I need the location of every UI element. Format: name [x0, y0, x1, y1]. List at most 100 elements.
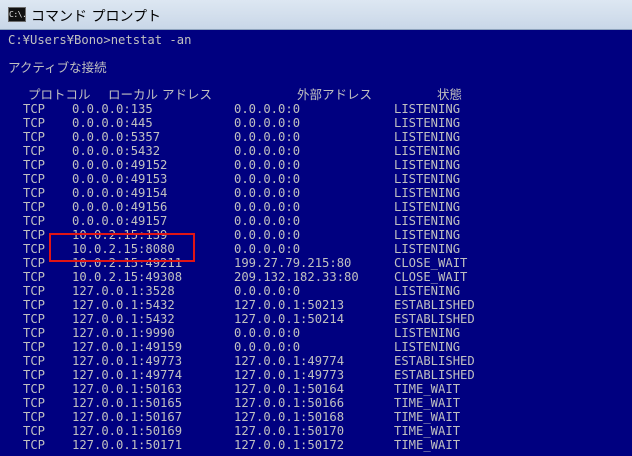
row-protocol: TCP	[23, 382, 46, 396]
row-local-address: 127.0.0.1:50163	[72, 382, 183, 396]
row-state: LISTENING	[394, 284, 461, 298]
row-local-address: 0.0.0.0:5357	[72, 130, 161, 144]
cmd-icon: C:\.	[8, 7, 27, 22]
row-foreign-address: 127.0.0.1:49773	[234, 368, 345, 382]
row-foreign-address: 0.0.0.0:0	[234, 228, 301, 242]
row-foreign-address: 127.0.0.1:50172	[234, 438, 345, 452]
table-row: TCP 10.0.2.15:49211 199.27.79.215:80 CLOSE_…	[0, 256, 632, 270]
row-protocol: TCP	[23, 242, 46, 256]
row-local-address: 0.0.0.0:49157	[72, 214, 168, 228]
row-state: TIME_WAIT	[394, 438, 461, 452]
table-row: TCP 0.0.0.0:445 0.0.0.0:0 LISTENING	[0, 116, 632, 130]
row-local-address: 127.0.0.1:3528	[72, 284, 175, 298]
row-local-address: 127.0.0.1:9990	[72, 326, 175, 340]
window-titlebar[interactable]: C:\. コマンド プロンプト	[0, 0, 632, 30]
row-state: LISTENING	[394, 242, 461, 256]
row-foreign-address: 209.132.182.33:80	[234, 270, 359, 284]
row-local-address: 0.0.0.0:5432	[72, 144, 161, 158]
table-row: TCP 0.0.0.0:5432 0.0.0.0:0 LISTENING	[0, 144, 632, 158]
row-local-address: 0.0.0.0:49154	[72, 186, 168, 200]
row-local-address: 127.0.0.1:50167	[72, 410, 183, 424]
row-state: LISTENING	[394, 200, 461, 214]
row-foreign-address: 0.0.0.0:0	[234, 130, 301, 144]
row-protocol: TCP	[23, 144, 46, 158]
table-row: TCP 127.0.0.1:5432 127.0.0.1:50213 ESTABLIS…	[0, 298, 632, 312]
table-row: TCP 127.0.0.1:50169 127.0.0.1:50170 TIME_WA…	[0, 424, 632, 438]
header-protocol: プロトコル	[28, 87, 91, 102]
row-foreign-address: 0.0.0.0:0	[234, 144, 301, 158]
table-row: TCP 0.0.0.0:5357 0.0.0.0:0 LISTENING	[0, 130, 632, 144]
row-foreign-address: 0.0.0.0:0	[234, 102, 301, 116]
row-protocol: TCP	[23, 340, 46, 354]
row-state: LISTENING	[394, 340, 461, 354]
row-state: TIME_WAIT	[394, 424, 461, 438]
row-local-address: 127.0.0.1:5432	[72, 312, 175, 326]
row-protocol: TCP	[23, 438, 46, 452]
row-state: ESTABLISHED	[394, 298, 475, 312]
row-protocol: TCP	[23, 256, 46, 270]
row-protocol: TCP	[23, 186, 46, 200]
column-headers: プロトコル ローカル アドレス 外部アドレス 状態	[0, 88, 632, 102]
table-row: TCP 127.0.0.1:49159 0.0.0.0:0 LISTENING	[0, 340, 632, 354]
row-state: LISTENING	[394, 228, 461, 242]
table-row: TCP 10.0.2.15:49308 209.132.182.33:80 CLOSE…	[0, 270, 632, 284]
row-foreign-address: 199.27.79.215:80	[234, 256, 352, 270]
row-local-address: 0.0.0.0:49156	[72, 200, 168, 214]
row-foreign-address: 0.0.0.0:0	[234, 242, 301, 256]
console-output[interactable]: C:¥Users¥Bono>netstat -an アクティブな接続 プロトコル…	[0, 30, 632, 456]
header-state: 状態	[437, 87, 463, 102]
row-protocol: TCP	[23, 354, 46, 368]
row-protocol: TCP	[23, 312, 46, 326]
table-row: TCP 127.0.0.1:9990 0.0.0.0:0 LISTENING	[0, 326, 632, 340]
row-local-address: 0.0.0.0:135	[72, 102, 153, 116]
row-foreign-address: 0.0.0.0:0	[234, 158, 301, 172]
table-row: TCP 127.0.0.1:50167 127.0.0.1:50168 TIME_WA…	[0, 410, 632, 424]
row-protocol: TCP	[23, 228, 46, 242]
row-protocol: TCP	[23, 172, 46, 186]
row-state: CLOSE_WAIT	[394, 256, 468, 270]
row-protocol: TCP	[23, 424, 46, 438]
row-state: LISTENING	[394, 186, 461, 200]
window-title: コマンド プロンプト	[31, 9, 162, 25]
row-state: TIME_WAIT	[394, 410, 461, 424]
row-local-address: 10.0.2.15:8080	[72, 242, 175, 256]
row-state: ESTABLISHED	[394, 312, 475, 326]
table-row: TCP 0.0.0.0:49152 0.0.0.0:0 LISTENING	[0, 158, 632, 172]
row-state: TIME_WAIT	[394, 396, 461, 410]
table-row: TCP 10.0.2.15:139 0.0.0.0:0 LISTENING	[0, 228, 632, 242]
row-foreign-address: 0.0.0.0:0	[234, 186, 301, 200]
row-local-address: 0.0.0.0:49153	[72, 172, 168, 186]
row-local-address: 127.0.0.1:49774	[72, 368, 183, 382]
row-state: LISTENING	[394, 158, 461, 172]
table-row: TCP 0.0.0.0:135 0.0.0.0:0 LISTENING	[0, 102, 632, 116]
row-local-address: 127.0.0.1:49773	[72, 354, 183, 368]
row-state: CLOSE_WAIT	[394, 270, 468, 284]
row-local-address: 0.0.0.0:49152	[72, 158, 168, 172]
row-foreign-address: 0.0.0.0:0	[234, 200, 301, 214]
row-foreign-address: 127.0.0.1:50164	[234, 382, 345, 396]
row-state: TIME_WAIT	[394, 382, 461, 396]
header-local-address: ローカル アドレス	[108, 87, 212, 102]
row-local-address: 10.0.2.15:49308	[72, 270, 183, 284]
row-foreign-address: 127.0.0.1:50213	[234, 298, 345, 312]
row-protocol: TCP	[23, 410, 46, 424]
table-row: TCP 0.0.0.0:49157 0.0.0.0:0 LISTENING	[0, 214, 632, 228]
row-protocol: TCP	[23, 396, 46, 410]
header-foreign-address: 外部アドレス	[297, 87, 373, 102]
table-row: TCP 127.0.0.1:50171 127.0.0.1:50172 TIME_WA…	[0, 438, 632, 452]
row-state: LISTENING	[394, 144, 461, 158]
row-foreign-address: 0.0.0.0:0	[234, 340, 301, 354]
table-row: TCP 127.0.0.1:50163 127.0.0.1:50164 TIME_WA…	[0, 382, 632, 396]
row-protocol: TCP	[23, 200, 46, 214]
command-line: C:¥Users¥Bono>netstat -an	[8, 33, 192, 47]
row-local-address: 10.0.2.15:139	[72, 228, 168, 242]
row-foreign-address: 127.0.0.1:49774	[234, 354, 345, 368]
section-title: アクティブな接続	[8, 60, 107, 75]
row-state: LISTENING	[394, 326, 461, 340]
row-foreign-address: 127.0.0.1:50166	[234, 396, 345, 410]
row-protocol: TCP	[23, 298, 46, 312]
row-state: LISTENING	[394, 116, 461, 130]
row-state: ESTABLISHED	[394, 368, 475, 382]
row-foreign-address: 127.0.0.1:50168	[234, 410, 345, 424]
row-foreign-address: 0.0.0.0:0	[234, 116, 301, 130]
